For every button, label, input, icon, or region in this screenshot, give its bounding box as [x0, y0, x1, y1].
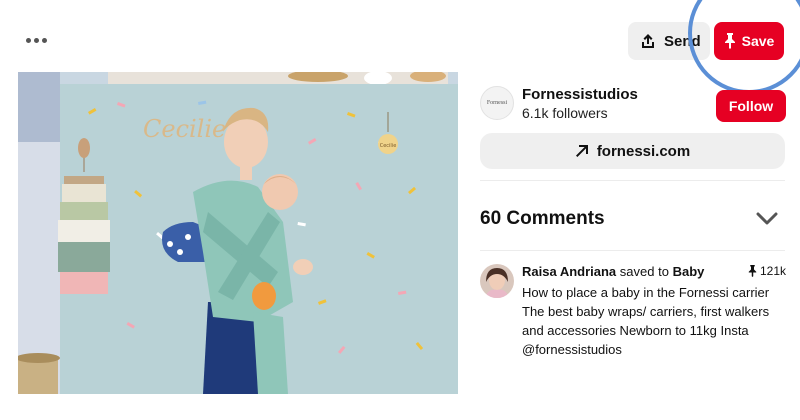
save-label: Save — [741, 33, 775, 49]
save-button[interactable]: Save — [714, 22, 784, 60]
pushpin-icon — [748, 265, 757, 277]
description-line: How to place a baby in the Fornessi carr… — [522, 285, 770, 300]
follow-button[interactable]: Follow — [716, 90, 786, 122]
description-line: The best baby wraps/ carriers, first wal… — [522, 304, 770, 319]
share-upload-icon — [642, 34, 654, 48]
more-options-button[interactable] — [22, 28, 50, 52]
commenter-name[interactable]: Raisa Andriana — [522, 264, 616, 279]
comments-expand-button[interactable] — [756, 210, 778, 228]
profile-name[interactable]: Fornessistudios — [522, 86, 638, 103]
profile-avatar[interactable]: Fornessi — [480, 86, 514, 120]
profile-avatar-logo: Fornessi — [486, 100, 508, 106]
description-line: @fornessistudios — [522, 342, 622, 357]
divider — [480, 250, 785, 251]
save-count-value: 121k — [760, 264, 787, 278]
more-horizontal-icon — [25, 37, 31, 43]
pin-photo: Cecilie Cecilie — [18, 72, 458, 394]
description-line: and accessories Newborn to 11kg Insta — [522, 323, 749, 338]
pin-image[interactable]: Cecilie Cecilie — [18, 72, 458, 394]
wall-name-text: Cecilie — [143, 115, 226, 143]
website-link-button[interactable]: fornessi.com — [480, 133, 785, 169]
pin-description: How to place a baby in the Fornessi carr… — [522, 283, 792, 359]
send-button[interactable]: Send — [628, 22, 710, 60]
commenter-avatar[interactable] — [480, 264, 514, 298]
divider — [480, 180, 785, 181]
comments-heading: 60 Comments — [480, 208, 605, 229]
save-count: 121k — [748, 264, 786, 278]
pushpin-icon — [724, 33, 735, 49]
send-label: Send — [664, 32, 701, 50]
activity-header: Raisa Andriana saved to Baby — [522, 264, 704, 279]
arrow-up-right-icon — [575, 145, 588, 157]
chevron-down-icon — [756, 212, 778, 225]
follower-count: 6.1k followers — [522, 105, 608, 121]
activity-action: saved to — [619, 264, 669, 279]
tag-text: Cecilie — [380, 143, 397, 149]
website-link-label: fornessi.com — [596, 142, 691, 160]
board-name[interactable]: Baby — [673, 264, 705, 279]
